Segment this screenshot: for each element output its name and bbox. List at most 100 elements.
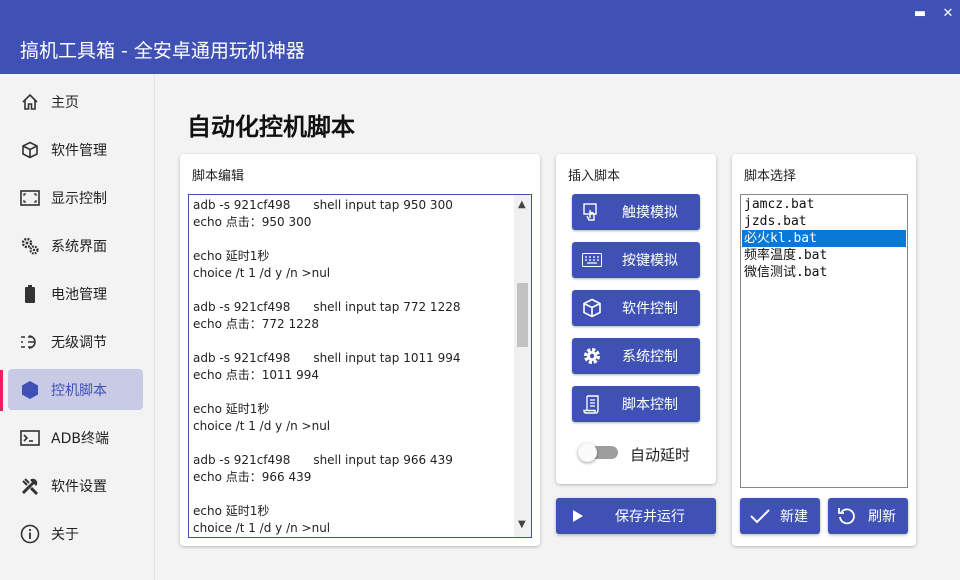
script-line[interactable]: choice /t 1 /d y /n >nul [193, 418, 513, 435]
script-line[interactable]: echo 点击：966 439 [193, 469, 513, 486]
save-and-run-button[interactable]: 保存并运行 [556, 498, 716, 534]
sidebar-item-control-script[interactable]: 控机脚本 [8, 369, 143, 410]
app-title: 搞机工具箱 - 全安卓通用玩机神器 [20, 40, 305, 62]
sidebar-item-display[interactable]: 显示控制 [8, 177, 143, 218]
script-line[interactable]: adb -s 921cf498 shell input tap 1011 994 [193, 350, 513, 367]
toggle-knob [578, 443, 597, 462]
sidebar-item-label: 电池管理 [51, 286, 107, 303]
sidebar-item-label: 显示控制 [51, 190, 107, 207]
close-button[interactable]: ✕ [934, 4, 960, 24]
script-line[interactable] [193, 384, 513, 401]
editor-scrollbar[interactable]: ▲ ▼ [514, 195, 531, 537]
script-file-list[interactable]: jamcz.bat jzds.bat 必火kl.bat 频率温度.bat 微信测… [740, 194, 908, 488]
sidebar-item-about[interactable]: 关于 [8, 513, 143, 554]
sidebar-item-system-ui[interactable]: 系统界面 [8, 225, 143, 266]
list-item[interactable]: 频率温度.bat [742, 247, 906, 264]
list-item[interactable]: jzds.bat [742, 213, 906, 230]
script-line[interactable] [193, 231, 513, 248]
terminal-icon [20, 428, 40, 448]
sidebar-item-label: 系统界面 [51, 238, 107, 255]
script-line[interactable]: echo 点击：772 1228 [193, 316, 513, 333]
script-line[interactable]: choice /t 1 /d y /n >nul [193, 520, 513, 537]
play-icon [568, 506, 588, 526]
button-label: 软件控制 [622, 301, 678, 317]
scroll-up-icon[interactable]: ▲ [518, 199, 526, 210]
tools-icon [20, 476, 40, 496]
sidebar-item-home[interactable]: 主页 [8, 81, 143, 122]
script-control-button[interactable]: 脚本控制 [572, 386, 700, 422]
script-line[interactable]: echo 延时1秒 [193, 248, 513, 265]
sidebar-item-stepless[interactable]: 无级调节 [8, 321, 143, 362]
sidebar-item-label: 软件设置 [51, 478, 107, 495]
sidebar-item-label: 无级调节 [51, 334, 107, 351]
script-editor[interactable]: adb -s 921cf498 shell input tap 950 300 e… [188, 194, 532, 538]
script-line[interactable]: echo 延时1秒 [193, 503, 513, 520]
button-label: 系统控制 [622, 349, 678, 365]
slider-icon [20, 332, 40, 352]
keyboard-icon [582, 250, 602, 270]
check-icon [750, 506, 770, 526]
sidebar-item-settings[interactable]: 软件设置 [8, 465, 143, 506]
sidebar-item-label: 关于 [51, 526, 79, 543]
sidebar-item-adb-terminal[interactable]: ADB终端 [8, 417, 143, 458]
title-bar: 搞机工具箱 - 全安卓通用玩机神器 ▬ ✕ [0, 0, 960, 74]
screen-icon [20, 188, 40, 208]
hexagon-icon [20, 380, 40, 400]
script-line[interactable]: echo 延时1秒 [193, 401, 513, 418]
list-item[interactable]: jamcz.bat [742, 196, 906, 213]
system-control-button[interactable]: 系统控制 [572, 338, 700, 374]
script-line[interactable] [193, 282, 513, 299]
sidebar-item-label: 主页 [51, 94, 79, 111]
button-label: 脚本控制 [622, 397, 678, 413]
gear-icon [582, 346, 602, 366]
script-line[interactable]: adb -s 921cf498 shell input tap 772 1228 [193, 299, 513, 316]
sidebar-item-label: 控机脚本 [51, 382, 107, 399]
touch-simulation-button[interactable]: 触摸模拟 [572, 194, 700, 230]
sidebar-item-label: 软件管理 [51, 142, 107, 159]
script-line[interactable]: adb -s 921cf498 shell input tap 966 439 [193, 452, 513, 469]
list-item[interactable]: 微信测试.bat [742, 264, 906, 281]
script-line[interactable] [193, 333, 513, 350]
script-line[interactable]: echo 点击：950 300 [193, 214, 513, 231]
button-label: 新建 [780, 509, 808, 525]
key-simulation-button[interactable]: 按键模拟 [572, 242, 700, 278]
script-select-card: 脚本选择 jamcz.bat jzds.bat 必火kl.bat 频率温度.ba… [732, 154, 916, 546]
package-icon [20, 140, 40, 160]
scroll-thumb[interactable] [517, 283, 528, 347]
script-line[interactable]: choice /t 1 /d y /n >nul [193, 265, 513, 282]
button-label: 按键模拟 [622, 253, 678, 269]
script-editor-card: 脚本编辑 adb -s 921cf498 shell input tap 950… [180, 154, 540, 546]
script-text[interactable]: adb -s 921cf498 shell input tap 950 300 e… [193, 197, 513, 537]
list-item[interactable]: 必火kl.bat [742, 230, 906, 247]
sidebar-item-label: ADB终端 [51, 430, 109, 447]
home-icon [20, 92, 40, 112]
cube-icon [582, 298, 602, 318]
scroll-down-icon[interactable]: ▼ [518, 519, 526, 530]
button-label: 刷新 [868, 509, 896, 525]
script-line[interactable] [193, 486, 513, 503]
card-title: 脚本编辑 [192, 169, 245, 184]
minimize-button[interactable]: ▬ [906, 4, 934, 24]
app-control-button[interactable]: 软件控制 [572, 290, 700, 326]
info-icon [20, 524, 40, 544]
page-title: 自动化控机脚本 [187, 113, 355, 141]
sidebar-item-battery[interactable]: 电池管理 [8, 273, 143, 314]
sidebar: 主页 软件管理 显示控制 系统界面 电池管理 无级调节 控机脚本 ADB终端 软… [0, 74, 155, 580]
new-script-button[interactable]: 新建 [740, 498, 820, 534]
card-title: 插入脚本 [568, 169, 621, 184]
auto-delay-toggle[interactable] [578, 443, 618, 462]
touch-icon [582, 202, 602, 222]
battery-icon [20, 284, 40, 304]
script-line[interactable]: echo 点击：1011 994 [193, 367, 513, 384]
refresh-icon [837, 506, 857, 526]
script-line[interactable] [193, 435, 513, 452]
card-title: 脚本选择 [744, 169, 797, 184]
button-label: 触摸模拟 [622, 205, 678, 221]
sidebar-item-software[interactable]: 软件管理 [8, 129, 143, 170]
script-icon [582, 394, 602, 414]
auto-delay-label: 自动延时 [630, 446, 691, 464]
active-marker [0, 370, 3, 411]
insert-script-card: 插入脚本 触摸模拟 按键模拟 软件控制 系统控制 脚本控制 自动延时 [556, 154, 716, 484]
refresh-button[interactable]: 刷新 [828, 498, 908, 534]
script-line[interactable]: adb -s 921cf498 shell input tap 950 300 [193, 197, 513, 214]
